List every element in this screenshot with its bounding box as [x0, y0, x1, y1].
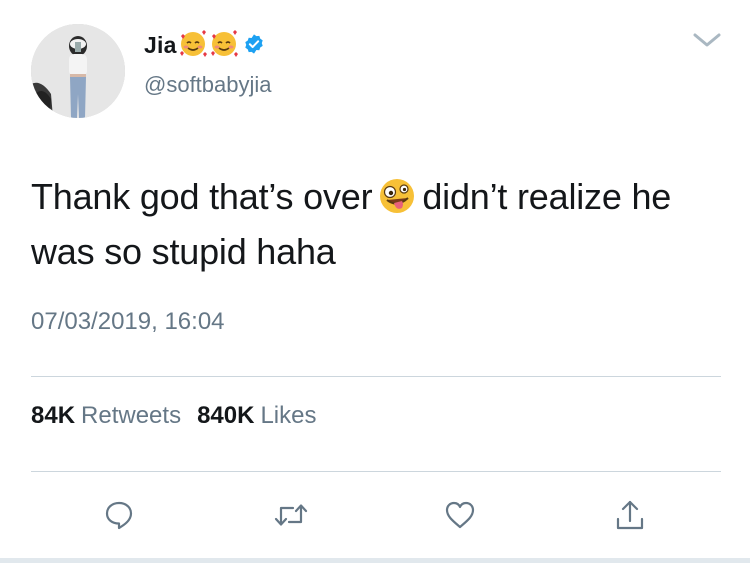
- share-icon: [616, 500, 644, 530]
- retweet-button[interactable]: [273, 497, 309, 533]
- divider: [31, 376, 721, 377]
- retweets-label[interactable]: Retweets: [81, 402, 181, 430]
- tweet-text-part1: Thank god that’s over: [31, 176, 373, 217]
- avatar-photo: [31, 24, 125, 118]
- reply-icon: [105, 501, 133, 530]
- retweets-count[interactable]: 84K: [31, 402, 75, 430]
- bottom-border: [0, 558, 750, 563]
- retweet-icon: [274, 504, 308, 526]
- zany-face-icon: [378, 177, 416, 227]
- smiling-face-with-hearts-icon: [209, 28, 239, 63]
- share-button[interactable]: [612, 497, 648, 533]
- tweet-text: Thank god that’s over didn’t realize he …: [31, 172, 721, 276]
- smiling-face-with-hearts-icon: [178, 28, 208, 63]
- verified-badge-icon: [243, 33, 265, 60]
- likes-label[interactable]: Likes: [260, 402, 316, 430]
- tweet-stats: 84K Retweets 840K Likes: [31, 402, 332, 430]
- tweet-timestamp[interactable]: 07/03/2019, 16:04: [31, 308, 225, 336]
- likes-count[interactable]: 840K: [197, 402, 254, 430]
- tweet-card: Jia @softbabyjia Thank god that’s over d…: [0, 0, 750, 563]
- user-name-row: Jia: [144, 28, 265, 63]
- like-icon: [445, 501, 475, 529]
- reply-button[interactable]: [101, 497, 137, 533]
- divider: [31, 471, 721, 472]
- avatar[interactable]: [31, 24, 125, 118]
- like-button[interactable]: [442, 497, 478, 533]
- user-handle[interactable]: @softbabyjia: [144, 72, 272, 98]
- display-name[interactable]: Jia: [144, 32, 177, 59]
- chevron-down-icon[interactable]: [692, 30, 722, 50]
